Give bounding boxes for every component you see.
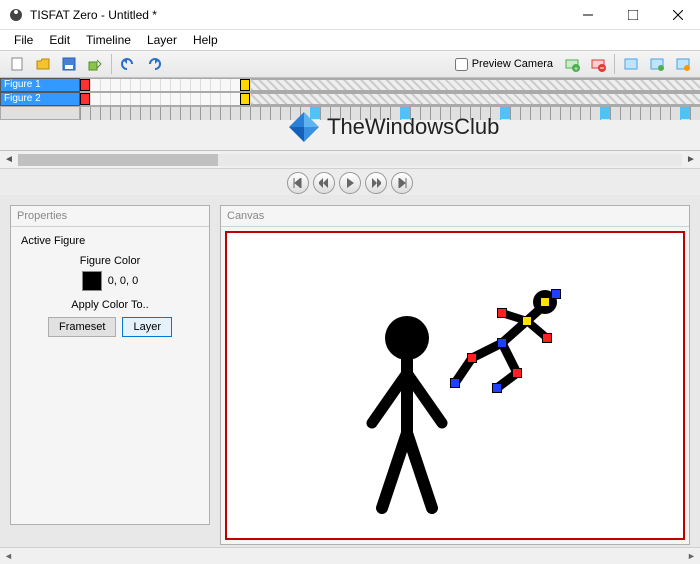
watermark-text: TheWindowsClub <box>327 114 499 140</box>
timeline-row[interactable]: Figure 2 <box>0 92 700 106</box>
toolbar: Preview Camera + <box>0 50 700 78</box>
joint-node[interactable] <box>492 383 502 393</box>
titlebar: TISFAT Zero - Untitled * <box>0 0 700 30</box>
menu-help[interactable]: Help <box>185 31 226 49</box>
window-a-button[interactable] <box>619 52 643 76</box>
scroll-right-icon[interactable]: ► <box>682 152 700 168</box>
new-file-button[interactable] <box>5 52 29 76</box>
track-disabled <box>251 93 700 105</box>
open-button[interactable] <box>31 52 55 76</box>
keyframe[interactable] <box>240 93 250 105</box>
joint-node[interactable] <box>512 368 522 378</box>
window-title: TISFAT Zero - Untitled * <box>30 8 565 22</box>
play-button[interactable] <box>339 172 361 194</box>
joint-node[interactable] <box>497 338 507 348</box>
keyframe[interactable] <box>80 93 90 105</box>
frameset-button[interactable]: Frameset <box>48 317 116 337</box>
joint-node[interactable] <box>540 297 550 307</box>
minimize-button[interactable] <box>565 0 610 30</box>
ruler-marker <box>680 107 690 119</box>
next-frame-button[interactable] <box>365 172 387 194</box>
window-b-button[interactable] <box>645 52 669 76</box>
prev-frame-button[interactable] <box>313 172 335 194</box>
joint-node[interactable] <box>450 378 460 388</box>
layer-button[interactable]: Layer <box>122 317 172 337</box>
color-swatch[interactable] <box>82 271 102 291</box>
watermark: TheWindowsClub <box>285 108 499 146</box>
joint-node[interactable] <box>551 289 561 299</box>
first-frame-button[interactable] <box>287 172 309 194</box>
remove-layer-button[interactable] <box>586 52 610 76</box>
canvas-title: Canvas <box>221 206 689 227</box>
keyframe[interactable] <box>240 79 250 91</box>
last-frame-button[interactable] <box>391 172 413 194</box>
properties-title: Properties <box>11 206 209 227</box>
menu-layer[interactable]: Layer <box>139 31 185 49</box>
add-layer-button[interactable]: + <box>560 52 584 76</box>
timeline-track[interactable] <box>80 92 700 106</box>
joint-node[interactable] <box>542 333 552 343</box>
window-hscroll[interactable]: ◄ ► <box>0 547 700 564</box>
track-disabled <box>251 79 700 91</box>
svg-text:+: + <box>574 66 578 72</box>
workspace: Properties Active Figure Figure Color 0,… <box>0 195 700 547</box>
menubar: File Edit Timeline Layer Help <box>0 30 700 50</box>
canvas-panel: Canvas <box>220 205 690 545</box>
ruler-marker <box>500 107 510 119</box>
ruler-marker <box>600 107 610 119</box>
redo-button[interactable] <box>142 52 166 76</box>
scroll-left-icon[interactable]: ◄ <box>0 152 18 168</box>
export-button[interactable] <box>83 52 107 76</box>
undo-button[interactable] <box>116 52 140 76</box>
watermark-icon <box>285 108 323 146</box>
separator <box>614 54 615 74</box>
joint-node[interactable] <box>497 308 507 318</box>
timeline-hscroll[interactable]: ◄ ► <box>0 150 700 168</box>
app-icon <box>8 7 24 23</box>
preview-camera-label: Preview Camera <box>472 58 553 70</box>
figure-label[interactable]: Figure 1 <box>0 78 80 92</box>
timeline-track[interactable] <box>80 78 700 92</box>
canvas[interactable] <box>225 231 685 540</box>
window-c-button[interactable] <box>671 52 695 76</box>
maximize-button[interactable] <box>610 0 655 30</box>
menu-file[interactable]: File <box>6 31 41 49</box>
keyframe[interactable] <box>80 79 90 91</box>
separator <box>111 54 112 74</box>
scroll-track[interactable] <box>18 154 682 166</box>
preview-camera-checkbox[interactable]: Preview Camera <box>455 58 553 71</box>
active-figure-label: Active Figure <box>21 235 199 247</box>
save-button[interactable] <box>57 52 81 76</box>
joint-node[interactable] <box>467 353 477 363</box>
scroll-left-icon[interactable]: ◄ <box>0 548 17 564</box>
scroll-thumb[interactable] <box>18 154 218 166</box>
close-button[interactable] <box>655 0 700 30</box>
scroll-track[interactable] <box>17 548 683 564</box>
figure-label[interactable]: Figure 2 <box>0 92 80 106</box>
scroll-right-icon[interactable]: ► <box>683 548 700 564</box>
properties-panel: Properties Active Figure Figure Color 0,… <box>10 205 210 525</box>
playback-controls <box>0 168 700 198</box>
menu-timeline[interactable]: Timeline <box>78 31 139 49</box>
timeline-row[interactable]: Figure 1 <box>0 78 700 92</box>
menu-edit[interactable]: Edit <box>41 31 78 49</box>
joint-node[interactable] <box>522 316 532 326</box>
apply-color-label: Apply Color To.. <box>21 299 199 311</box>
figure-color-label: Figure Color <box>21 255 199 267</box>
preview-camera-input[interactable] <box>455 58 468 71</box>
color-value: 0, 0, 0 <box>108 275 139 287</box>
